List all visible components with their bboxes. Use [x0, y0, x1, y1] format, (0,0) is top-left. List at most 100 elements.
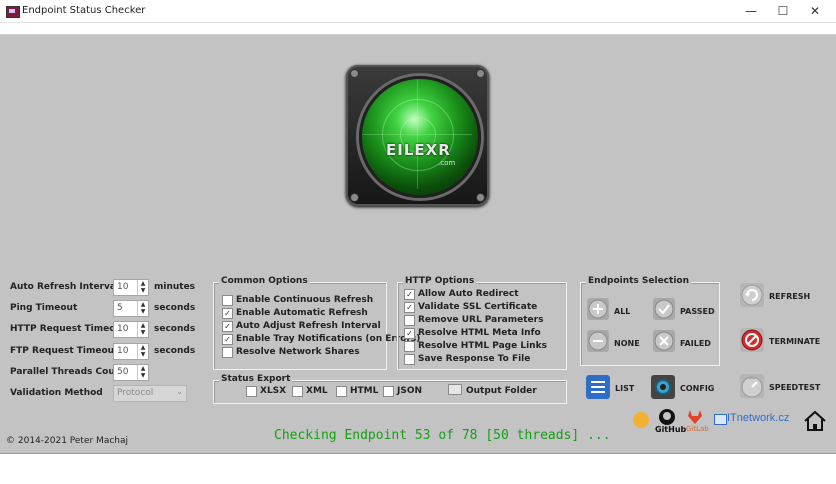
ftp-timeout-input[interactable]: 10 ▲ ▼: [113, 343, 149, 360]
app-icon: [6, 6, 20, 18]
maximize-button[interactable]: ☐: [772, 2, 794, 20]
http-option-checkbox[interactable]: [404, 354, 415, 365]
json-checkbox[interactable]: [383, 386, 394, 397]
home-icon[interactable]: [803, 410, 827, 432]
logo-subtext: .com: [438, 159, 456, 167]
radar-screen: [359, 76, 481, 198]
threads-input[interactable]: 50 ▲ ▼: [113, 364, 149, 381]
refresh-label: REFRESH: [769, 292, 811, 301]
plus-circle-icon: [588, 299, 608, 319]
common-option-label: Enable Tray Notifications (on Errors): [236, 334, 421, 344]
validation-method-select[interactable]: Protocol ⌄: [113, 385, 187, 402]
screw-icon: [350, 193, 359, 202]
spinner-arrows-icon[interactable]: ▲ ▼: [137, 280, 148, 295]
status-export-title: Status Export: [219, 374, 293, 384]
http-option-checkbox[interactable]: ✓: [404, 328, 415, 339]
auto-refresh-input[interactable]: 10 ▲ ▼: [113, 279, 149, 296]
xml-label: XML: [306, 386, 328, 396]
select-passed-button[interactable]: [653, 298, 675, 320]
logo-text: EILEXR: [386, 141, 451, 159]
common-option-checkbox[interactable]: [222, 347, 233, 358]
json-label: JSON: [397, 386, 423, 396]
select-all-label: ALL: [614, 307, 631, 316]
stop-icon: [741, 329, 763, 351]
screw-icon: [476, 193, 485, 202]
copyright-text: © 2014-2021 Peter Machaj: [6, 436, 128, 446]
gitlab-label[interactable]: GitLab: [686, 425, 709, 433]
http-options-title: HTTP Options: [403, 276, 477, 286]
common-option-checkbox[interactable]: [222, 295, 233, 306]
html-label: HTML: [350, 386, 379, 396]
screw-icon: [350, 69, 359, 78]
xlsx-checkbox[interactable]: [246, 386, 257, 397]
select-failed-button[interactable]: [653, 330, 675, 352]
config-label: CONFIG: [680, 384, 715, 393]
http-option-label: Save Response To File: [418, 354, 531, 364]
minus-circle-icon: [588, 331, 608, 351]
threads-label: Parallel Threads Count: [10, 367, 126, 377]
gear-icon: [655, 379, 671, 395]
common-option-checkbox[interactable]: ✓: [222, 308, 233, 319]
spinner-arrows-icon[interactable]: ▲ ▼: [137, 365, 148, 380]
select-none-button[interactable]: [587, 330, 609, 352]
ftp-timeout-unit: seconds: [154, 346, 196, 356]
common-option-checkbox[interactable]: ✓: [222, 321, 233, 332]
screw-icon: [476, 69, 485, 78]
monitor-icon: [714, 414, 727, 425]
xlsx-label: XLSX: [260, 386, 287, 396]
spinner-arrows-icon[interactable]: ▲ ▼: [137, 344, 148, 359]
common-option-checkbox[interactable]: ✓: [222, 334, 233, 345]
speedtest-button[interactable]: [740, 374, 764, 398]
http-timeout-input[interactable]: 10 ▲ ▼: [113, 321, 149, 338]
common-option-label: Resolve Network Shares: [236, 347, 360, 357]
common-options-title: Common Options: [219, 276, 310, 286]
http-timeout-unit: seconds: [154, 324, 196, 334]
check-circle-icon: [654, 299, 674, 319]
select-all-button[interactable]: [587, 298, 609, 320]
http-option-label: Resolve HTML Page Links: [418, 341, 547, 351]
http-option-label: Remove URL Parameters: [418, 315, 544, 325]
speedometer-icon: [741, 376, 763, 398]
lightbulb-icon[interactable]: [633, 412, 649, 428]
http-option-label: Validate SSL Certificate: [418, 302, 538, 312]
http-option-checkbox[interactable]: [404, 315, 415, 326]
terminate-label: TERMINATE: [769, 337, 821, 346]
common-option-label: Enable Continuous Refresh: [236, 295, 374, 305]
window-title: Endpoint Status Checker: [22, 5, 146, 16]
chevron-down-icon: ⌄: [176, 387, 183, 396]
ping-timeout-label: Ping Timeout: [10, 303, 78, 313]
html-checkbox[interactable]: [336, 386, 347, 397]
terminate-button[interactable]: [740, 328, 764, 352]
folder-icon[interactable]: [448, 384, 462, 395]
x-circle-icon: [654, 331, 674, 351]
close-button[interactable]: ✕: [804, 2, 826, 20]
common-option-label: Enable Automatic Refresh: [236, 308, 368, 318]
http-option-label: Allow Auto Redirect: [418, 289, 519, 299]
http-option-checkbox[interactable]: ✓: [404, 289, 415, 300]
http-option-checkbox[interactable]: [404, 341, 415, 352]
http-option-label: Resolve HTML Meta Info: [418, 328, 541, 338]
xml-checkbox[interactable]: [292, 386, 303, 397]
refresh-button[interactable]: [740, 283, 764, 307]
github-icon[interactable]: [658, 408, 676, 426]
list-icon: [591, 381, 605, 393]
list-label: LIST: [615, 384, 635, 393]
itnetwork-link[interactable]: ITnetwork.cz: [727, 412, 789, 424]
speedtest-label: SPEEDTEST: [769, 383, 821, 392]
status-message: Checking Endpoint 53 of 78 [50 threads] …: [274, 428, 611, 443]
refresh-icon: [741, 284, 763, 306]
output-folder-button[interactable]: Output Folder: [466, 386, 537, 396]
github-label[interactable]: GitHub: [655, 425, 686, 434]
config-button[interactable]: [651, 375, 675, 399]
auto-refresh-unit: minutes: [154, 282, 196, 292]
list-button[interactable]: [586, 375, 610, 399]
radar-logo-image: EILEXR .com: [346, 65, 489, 206]
endpoints-selection-group: [580, 282, 720, 366]
spinner-arrows-icon[interactable]: ▲ ▼: [137, 322, 148, 337]
spinner-arrows-icon[interactable]: ▲ ▼: [137, 301, 148, 316]
validation-method-label: Validation Method: [10, 388, 103, 398]
ping-timeout-input[interactable]: 5 ▲ ▼: [113, 300, 149, 317]
http-option-checkbox[interactable]: ✓: [404, 302, 415, 313]
gitlab-icon[interactable]: [687, 410, 703, 424]
minimize-button[interactable]: —: [740, 2, 762, 20]
